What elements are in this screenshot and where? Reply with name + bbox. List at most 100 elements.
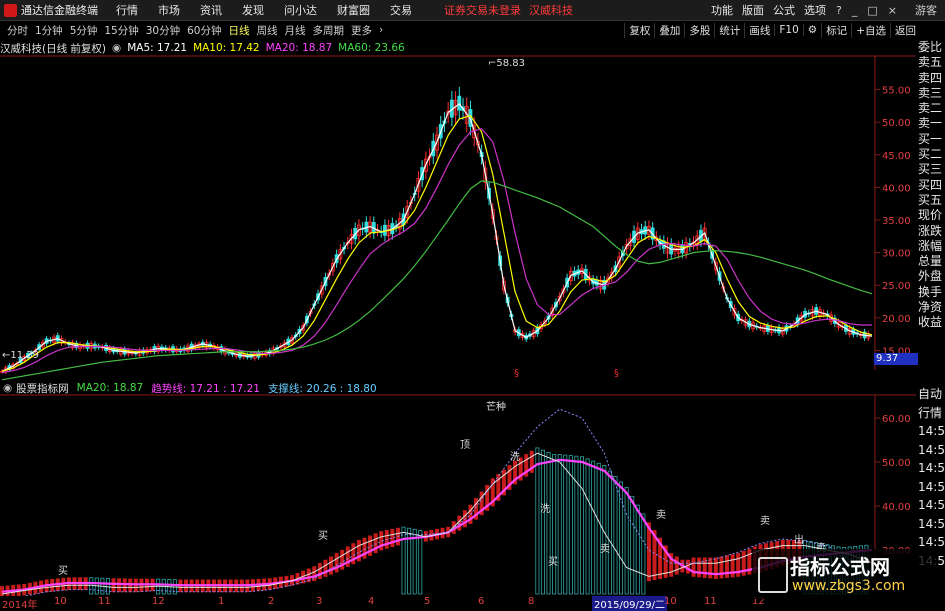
- indicator-bar: [546, 451, 551, 595]
- indicator-bar: [574, 455, 579, 595]
- watermark-url: www.zbgs3.com: [792, 578, 906, 594]
- quote-item[interactable]: 总量: [918, 254, 945, 269]
- date-tick: 5: [424, 596, 431, 607]
- y-tick-label: 35.00: [882, 216, 911, 227]
- indicator-bar: [624, 487, 629, 595]
- y-tick-label: 50.00: [882, 458, 911, 469]
- watermark-title: 指标公式网: [790, 555, 890, 579]
- y-tick-label: 30.00: [882, 249, 911, 260]
- quote-item[interactable]: 换手: [918, 285, 945, 300]
- indicator-bar: [708, 557, 713, 579]
- y-tick-label: 45.00: [882, 151, 911, 162]
- candle-body: [457, 95, 462, 111]
- indicator-bar: [585, 458, 590, 595]
- event-marker-icon[interactable]: §: [514, 368, 519, 379]
- chart-canvas[interactable]: 55.00 50.00 45.00 40.00 35.00 30.00 25.00 20.00…: [0, 0, 918, 596]
- indicator-bar: [535, 447, 540, 595]
- indicator-bar: [418, 530, 423, 595]
- indicator-line-2: [1, 452, 873, 595]
- indicator-bar: [691, 557, 696, 577]
- quote-item[interactable]: 净资: [918, 300, 945, 315]
- indicator-label: 芒种: [486, 402, 506, 413]
- quote-item[interactable]: 委比: [918, 40, 945, 55]
- quote-item[interactable]: 收益: [918, 315, 945, 330]
- y-tick-label: 60.00: [882, 414, 911, 425]
- tick-item: 14:56: [918, 479, 945, 494]
- indicator-bar: [591, 460, 596, 595]
- indicator-label: 买: [548, 557, 558, 568]
- quote-panel: 委比 卖五 卖四 卖三 卖二 卖一 买一 买二 买三 买四 买五 现价 涨跌 涨…: [918, 40, 945, 380]
- tick-item: 14:56: [918, 424, 945, 438]
- tick-item: 14:56: [918, 461, 945, 475]
- date-tick: 12: [152, 596, 165, 607]
- high-price-value: 58.83: [496, 58, 526, 69]
- y-tick-label: 25.00: [882, 281, 911, 292]
- date-tick: 10: [54, 596, 67, 607]
- indicator-bar: [540, 449, 545, 595]
- indicator-line-3: [21, 408, 873, 596]
- high-price-label: ⌐58.83: [488, 58, 525, 69]
- y-tick-label: 20.00: [882, 314, 911, 325]
- quote-item[interactable]: 卖四: [918, 71, 945, 86]
- indicator-bar: [317, 563, 322, 579]
- date-tick: 6: [478, 596, 485, 607]
- event-marker-icon[interactable]: §: [614, 368, 619, 379]
- quote-item[interactable]: 买二: [918, 147, 945, 162]
- indicator-bar: [117, 578, 122, 593]
- indicator-bar: [323, 559, 328, 577]
- quote-item[interactable]: 现价: [918, 208, 945, 223]
- quote-item[interactable]: 买五: [918, 193, 945, 208]
- quote-item[interactable]: 买一: [918, 132, 945, 147]
- indicator-bar: [685, 559, 690, 574]
- indicator-bar: [122, 578, 127, 593]
- indicator-label: 洗: [540, 504, 550, 515]
- low-price-label: ←11.39: [2, 350, 39, 361]
- indicator-bar: [607, 470, 612, 595]
- indicator-bar: [334, 553, 339, 573]
- quote-item[interactable]: 涨幅: [918, 239, 945, 254]
- y-tick-label: 40.00: [882, 502, 911, 513]
- indicator-bar: [89, 577, 94, 595]
- quote-item[interactable]: 外盘: [918, 269, 945, 284]
- quote-item[interactable]: 卖二: [918, 101, 945, 116]
- quote-item[interactable]: 涨跌: [918, 224, 945, 239]
- indicator-bar: [674, 556, 679, 575]
- date-tick: 10: [664, 596, 677, 607]
- quote-item[interactable]: 买四: [918, 178, 945, 193]
- quote-item[interactable]: 卖五: [918, 55, 945, 70]
- indicator-bar: [329, 556, 334, 575]
- tick-item: 14:56: [918, 516, 945, 531]
- indicator-bar: [697, 557, 702, 578]
- date-tick: 8: [528, 596, 535, 607]
- quote-item[interactable]: 卖三: [918, 86, 945, 101]
- y-tick-label: 50.00: [882, 118, 911, 129]
- indicator-bar: [635, 504, 640, 595]
- indicator-label: 卖: [760, 516, 770, 527]
- y-tick-label: 40.00: [882, 183, 911, 194]
- indicator-bar: [552, 454, 557, 595]
- date-tick: 11: [98, 596, 111, 607]
- indicator-bar: [646, 522, 651, 582]
- indicator-bar: [596, 462, 601, 595]
- last-price-tag: 9.37: [874, 353, 918, 365]
- quote-item[interactable]: 买三: [918, 162, 945, 177]
- watermark: 指标公式网 www.zbgs3.com: [752, 549, 937, 599]
- indicator-bar: [563, 454, 568, 595]
- indicator-bar: [128, 578, 133, 593]
- guest-label[interactable]: 游客: [915, 2, 937, 18]
- date-tick: 11: [704, 596, 717, 607]
- indicator-bar: [641, 513, 646, 595]
- tick-item[interactable]: 自动: [918, 385, 945, 404]
- indicator-bar: [401, 526, 406, 595]
- series-line-ma20: [1, 128, 872, 374]
- date-tick: 2: [268, 596, 275, 607]
- y-tick-label: 55.00: [882, 86, 911, 97]
- indicator-label: 顶: [460, 440, 470, 451]
- quote-item[interactable]: 卖一: [918, 116, 945, 131]
- indicator-line-1: [1, 458, 873, 593]
- tick-item[interactable]: 行情: [918, 404, 945, 423]
- indicator-bar: [630, 495, 635, 595]
- calculator-icon: [758, 557, 788, 593]
- tick-item: 14:56: [918, 498, 945, 512]
- indicator-bar: [111, 578, 116, 593]
